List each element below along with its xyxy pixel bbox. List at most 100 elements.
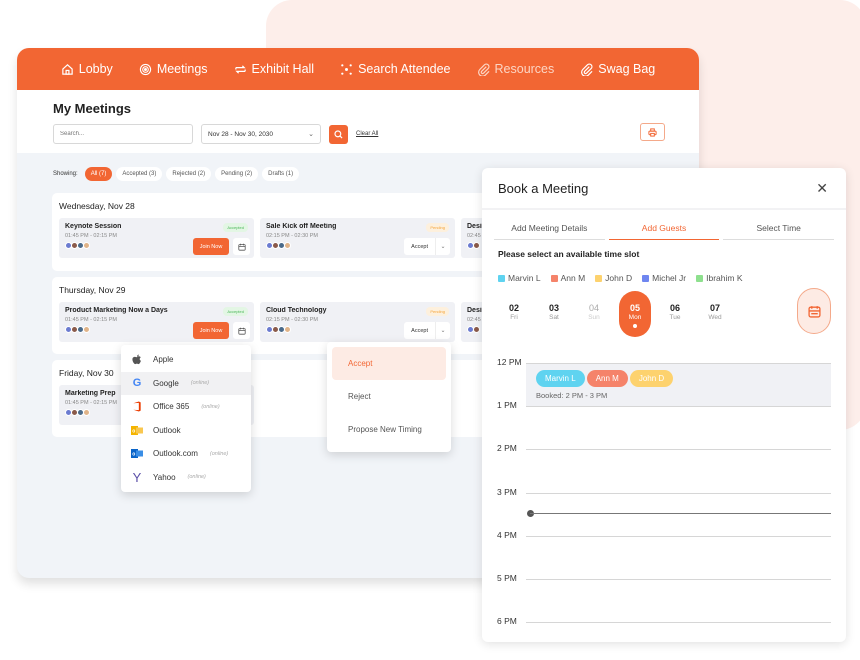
accept-button[interactable]: Accept xyxy=(404,322,436,339)
apple-icon xyxy=(131,354,143,366)
calendar-option-outlook[interactable]: o Outlook xyxy=(121,419,251,443)
nav-resources[interactable]: Resources xyxy=(477,62,554,76)
status-badge: Accepted xyxy=(223,307,248,316)
status-badge: Pending xyxy=(426,307,449,316)
nav-meetings[interactable]: Meetings xyxy=(139,62,208,76)
panel-header: Book a Meeting ✕ xyxy=(482,168,846,210)
legend-item: Ann M xyxy=(550,273,585,283)
search-icon xyxy=(334,129,343,139)
status-badge: Pending xyxy=(426,223,449,232)
svg-text:o: o xyxy=(132,428,135,434)
calendar-option-office365[interactable]: Office 365 (online) xyxy=(121,395,251,419)
legend-item: John D xyxy=(595,273,632,283)
current-time-line xyxy=(530,513,831,514)
hour-row: 1 PM xyxy=(482,400,846,410)
date-range-select[interactable]: Nov 28 - Nov 30, 2030 ⌄ xyxy=(201,124,321,144)
legend-item: Michel Jr xyxy=(642,273,686,283)
top-navigation: Lobby Meetings Exhibit Hall Search Atten… xyxy=(17,48,699,90)
calendar-option-outlook-com[interactable]: o Outlook.com (online) xyxy=(121,442,251,466)
google-icon: G xyxy=(132,377,142,390)
nav-exhibit-hall[interactable]: Exhibit Hall xyxy=(234,62,314,76)
hour-row: 5 PM xyxy=(482,573,846,583)
accept-split-button: Accept ⌄ xyxy=(404,322,450,339)
chevron-down-icon: ⌄ xyxy=(308,131,314,138)
outlook-com-icon: o xyxy=(131,448,143,460)
filter-bar: Nov 28 - Nov 30, 2030 ⌄ Clear All xyxy=(53,124,663,144)
paperclip-icon xyxy=(477,63,490,76)
tab-add-meeting-details[interactable]: Add Meeting Details xyxy=(494,223,605,240)
meeting-card[interactable]: Cloud Technology 02:15 PM - 02:30 PM Pen… xyxy=(260,302,455,342)
guest-pill: Ann M xyxy=(586,370,628,387)
menu-item-propose-new-timing[interactable]: Propose New Timing xyxy=(332,413,446,446)
meeting-card[interactable]: Keynote Session 01:45 PM - 02:15 PM Acce… xyxy=(59,218,254,258)
add-to-calendar-button[interactable] xyxy=(233,238,250,255)
step-tabs: Add Meeting Details Add Guests Select Ti… xyxy=(482,210,846,240)
hour-row: 2 PM xyxy=(482,443,846,453)
hour-row: 3 PM xyxy=(482,487,846,497)
paperclip-icon xyxy=(581,63,593,76)
exchange-icon xyxy=(234,64,246,74)
filter-chip-all[interactable]: All (7) xyxy=(84,167,113,181)
instruction-text: Please select an available time slot xyxy=(498,249,640,259)
network-icon xyxy=(341,63,352,75)
accept-button[interactable]: Accept xyxy=(404,238,436,255)
print-button[interactable] xyxy=(640,123,665,141)
date-option[interactable]: 02 Fri xyxy=(498,291,530,337)
join-now-button[interactable]: Join Now xyxy=(193,238,229,255)
guest-pill: Marvin L xyxy=(536,370,585,387)
join-now-button[interactable]: Join Now xyxy=(193,322,229,339)
filter-chip-pending[interactable]: Pending (2) xyxy=(215,167,259,181)
chevron-down-icon[interactable]: ⌄ xyxy=(436,238,450,255)
meeting-card[interactable]: Product Marketing Now a Days 01:45 PM - … xyxy=(59,302,254,342)
legend-item: Marvin L xyxy=(498,273,541,283)
calendar-icon xyxy=(237,243,246,251)
meetings-header: My Meetings Nov 28 - Nov 30, 2030 ⌄ Clea… xyxy=(17,90,699,153)
filter-chip-rejected[interactable]: Rejected (2) xyxy=(166,167,212,181)
print-icon xyxy=(648,127,657,137)
booked-slot[interactable]: Marvin L Ann M John D Booked: 2 PM - 3 P… xyxy=(526,364,831,407)
outlook-icon: o xyxy=(131,424,143,436)
add-to-calendar-menu: Apple G Google (online) Office 365 (online… xyxy=(121,345,251,492)
menu-item-reject[interactable]: Reject xyxy=(332,380,446,413)
panel-title: Book a Meeting xyxy=(498,180,589,196)
page-title: My Meetings xyxy=(53,101,132,116)
calendar-icon xyxy=(237,327,246,335)
calendar-icon xyxy=(807,305,821,318)
clear-all-link[interactable]: Clear All xyxy=(356,131,378,137)
date-option[interactable]: 07 Wed xyxy=(699,291,731,337)
date-option[interactable]: 03 Sat xyxy=(538,291,570,337)
close-icon[interactable]: ✕ xyxy=(816,180,828,197)
search-input[interactable] xyxy=(53,124,193,144)
open-calendar-button[interactable] xyxy=(797,288,831,334)
date-option-selected[interactable]: 05 Mon xyxy=(619,291,651,337)
booked-time-text: Booked: 2 PM - 3 PM xyxy=(536,391,608,400)
book-meeting-panel: Book a Meeting ✕ Add Meeting Details Add… xyxy=(482,168,846,642)
nav-search-attendee[interactable]: Search Attendee xyxy=(340,62,451,76)
calendar-option-google[interactable]: G Google (online) xyxy=(121,371,251,395)
office365-icon xyxy=(131,401,143,413)
accept-options-menu: Accept Reject Propose New Timing xyxy=(327,342,451,452)
guest-legend: Marvin L Ann M John D Michel Jr Ibrahim … xyxy=(482,259,846,283)
filter-chip-accepted[interactable]: Accepted (3) xyxy=(116,167,163,181)
filter-chip-drafts[interactable]: Drafts (1) xyxy=(262,167,300,181)
meeting-card[interactable]: Sale Kick off Meeting 02:15 PM - 02:30 P… xyxy=(260,218,455,258)
add-to-calendar-button[interactable] xyxy=(233,322,250,339)
menu-item-accept[interactable]: Accept xyxy=(332,347,446,380)
calendar-option-yahoo[interactable]: Y Yahoo (online) xyxy=(121,466,251,490)
tab-select-time[interactable]: Select Time xyxy=(723,223,835,240)
date-option[interactable]: 06 Tue xyxy=(659,291,691,337)
tab-add-guests[interactable]: Add Guests xyxy=(608,223,720,240)
accept-split-button: Accept ⌄ xyxy=(404,238,450,255)
chevron-down-icon[interactable]: ⌄ xyxy=(436,322,450,339)
legend-item: Ibrahim K xyxy=(696,273,743,283)
nav-swag-bag[interactable]: Swag Bag xyxy=(580,62,655,76)
calendar-option-apple[interactable]: Apple xyxy=(121,348,251,372)
status-badge: Accepted xyxy=(223,223,248,232)
home-icon xyxy=(62,63,73,75)
yahoo-icon: Y xyxy=(132,469,142,485)
guest-pill: John D xyxy=(629,370,674,387)
search-button[interactable] xyxy=(329,124,348,144)
hour-row: 6 PM xyxy=(482,616,846,626)
nav-lobby[interactable]: Lobby xyxy=(61,62,113,76)
meetings-icon xyxy=(139,63,151,75)
